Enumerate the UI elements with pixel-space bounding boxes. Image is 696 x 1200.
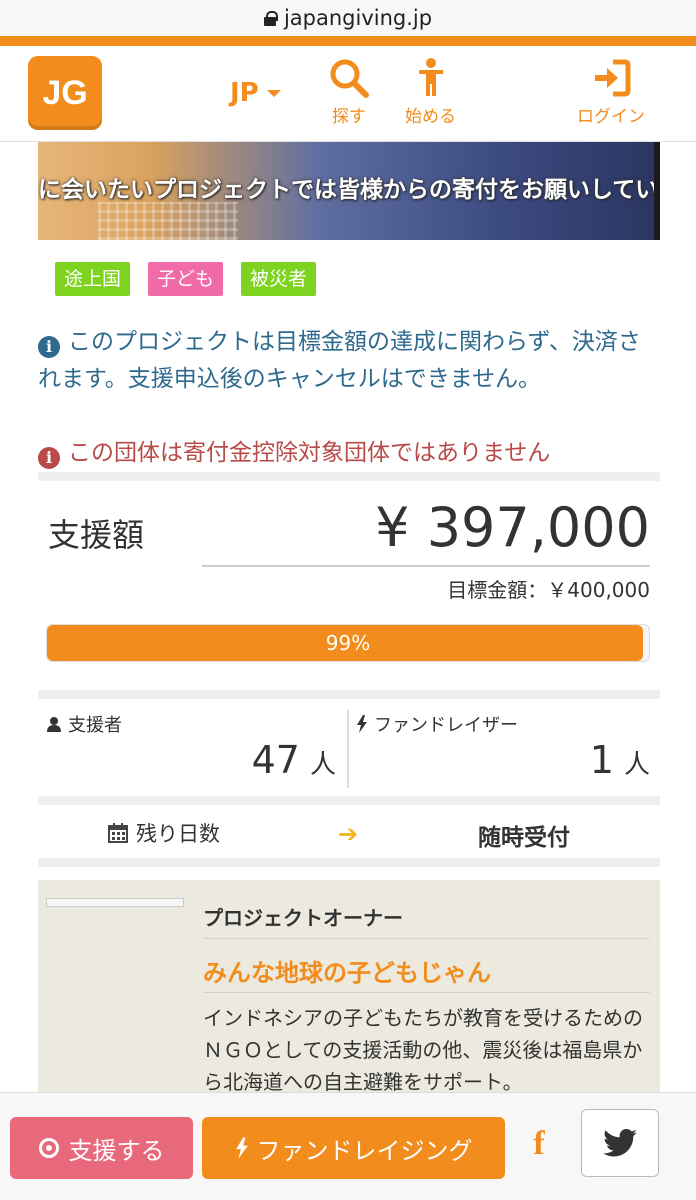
- hero-pattern: [98, 202, 238, 240]
- owner-name-link[interactable]: みんな地球の子どもじゃん: [203, 953, 491, 988]
- person-icon: [418, 58, 443, 96]
- fundraisers-count-value: 1: [589, 738, 614, 782]
- facebook-icon[interactable]: f: [522, 1125, 556, 1169]
- support-button[interactable]: 支援する: [10, 1117, 193, 1179]
- progress-bar: 99%: [46, 624, 650, 662]
- goal-amount: 目標金額：￥400,000: [447, 578, 650, 602]
- info-notice: i このプロジェクトは目標金額の達成に関わらず、決済されます。支援申込後のキャンセ…: [38, 324, 658, 398]
- raised-label: 支援額: [48, 516, 145, 554]
- search-nav-button[interactable]: 探す: [328, 58, 370, 127]
- browser-url-bar[interactable]: japangiving.jp: [0, 0, 696, 36]
- twitter-icon: [603, 1129, 637, 1157]
- days-left-value: 随時受付: [478, 825, 570, 851]
- support-button-label: 支援する: [68, 1136, 165, 1165]
- supporters-stat-label: 支援者: [46, 711, 122, 737]
- bolt-icon: [357, 715, 367, 733]
- warning-notice: i この団体は寄付金控除対象団体ではありません: [38, 435, 658, 472]
- days-left-text: 残り日数: [136, 822, 220, 846]
- fundraisers-unit: 人: [623, 750, 650, 780]
- lock-icon: [263, 11, 278, 26]
- divider: [38, 858, 660, 867]
- divider: [38, 690, 660, 699]
- calendar-icon: [108, 823, 128, 843]
- owner-divider: [203, 992, 650, 993]
- bottom-action-bar: 支援する ファンドレイジング f: [0, 1092, 696, 1200]
- fundraisers-count: 1人: [590, 738, 650, 782]
- supporters-label: 支援者: [68, 715, 122, 736]
- tag-developing-countries[interactable]: 途上国: [55, 262, 131, 296]
- fundraise-button[interactable]: ファンドレイジング: [202, 1117, 505, 1179]
- project-owner-card: プロジェクトオーナー みんな地球の子どもじゃん インドネシアの子どもたちが教育を…: [38, 880, 660, 1100]
- project-hero-image: に会いたいプロジェクトでは皆様からの寄付をお願いしてい: [38, 142, 660, 240]
- owner-image: [46, 898, 184, 907]
- warning-icon: i: [38, 447, 60, 469]
- progress-label: 99%: [325, 631, 371, 655]
- tag-children[interactable]: 子ども: [148, 262, 224, 296]
- stats-divider: [347, 710, 349, 788]
- search-icon: [330, 59, 369, 98]
- supporters-count-value: 47: [251, 738, 300, 782]
- category-tags: 途上国 子ども 被災者: [55, 262, 317, 296]
- target-icon: [38, 1138, 59, 1158]
- owner-section-title: プロジェクトオーナー: [203, 906, 403, 930]
- twitter-share-button[interactable]: [581, 1109, 659, 1177]
- fundraisers-label: ファンドレイザー: [374, 715, 518, 736]
- supporters-count: 47 人: [252, 738, 336, 782]
- owner-divider: [203, 938, 650, 939]
- fundraisers-stat-label: ファンドレイザー: [356, 711, 518, 737]
- arrow-right-icon: ➔: [338, 820, 359, 848]
- supporters-unit: 人: [309, 750, 336, 780]
- hero-edge: [654, 142, 660, 240]
- fundraise-button-label: ファンドレイジング: [256, 1136, 473, 1165]
- info-notice-text: このプロジェクトは目標金額の達成に関わらず、決済されます。支援申込後のキャンセル…: [38, 329, 641, 392]
- hero-caption: に会いたいプロジェクトでは皆様からの寄付をお願いしてい: [38, 177, 659, 203]
- start-nav-button[interactable]: 始める: [405, 58, 456, 127]
- login-nav-button[interactable]: ログイン: [577, 58, 645, 127]
- raised-amount: ¥ 397,000: [375, 496, 650, 559]
- url-text: japangiving.jp: [283, 6, 433, 30]
- info-icon: i: [38, 336, 60, 358]
- caret-down-icon: [266, 89, 281, 97]
- user-icon: [47, 717, 61, 732]
- sign-in-icon: [595, 59, 631, 97]
- login-nav-label: ログイン: [577, 107, 645, 127]
- warning-notice-text: この団体は寄付金控除対象団体ではありません: [68, 440, 551, 466]
- tag-disaster-victims[interactable]: 被災者: [241, 262, 317, 296]
- raised-underline: [202, 565, 650, 567]
- language-selector[interactable]: JP: [230, 78, 281, 108]
- bolt-icon: [235, 1137, 248, 1159]
- search-nav-label: 探す: [332, 107, 366, 127]
- divider: [38, 796, 660, 805]
- divider: [38, 472, 660, 481]
- owner-description: インドネシアの子どもたちが教育を受けるためのＮＧＯとしての支援活動の他、震災後は…: [203, 1006, 643, 1094]
- header-accent-line: [0, 36, 696, 46]
- site-logo[interactable]: JG: [28, 56, 102, 130]
- site-header: JG JP 探す 始める ログイン: [0, 46, 696, 142]
- start-nav-label: 始める: [405, 107, 456, 127]
- days-left-label: 残り日数: [108, 818, 220, 848]
- language-label: JP: [230, 78, 259, 108]
